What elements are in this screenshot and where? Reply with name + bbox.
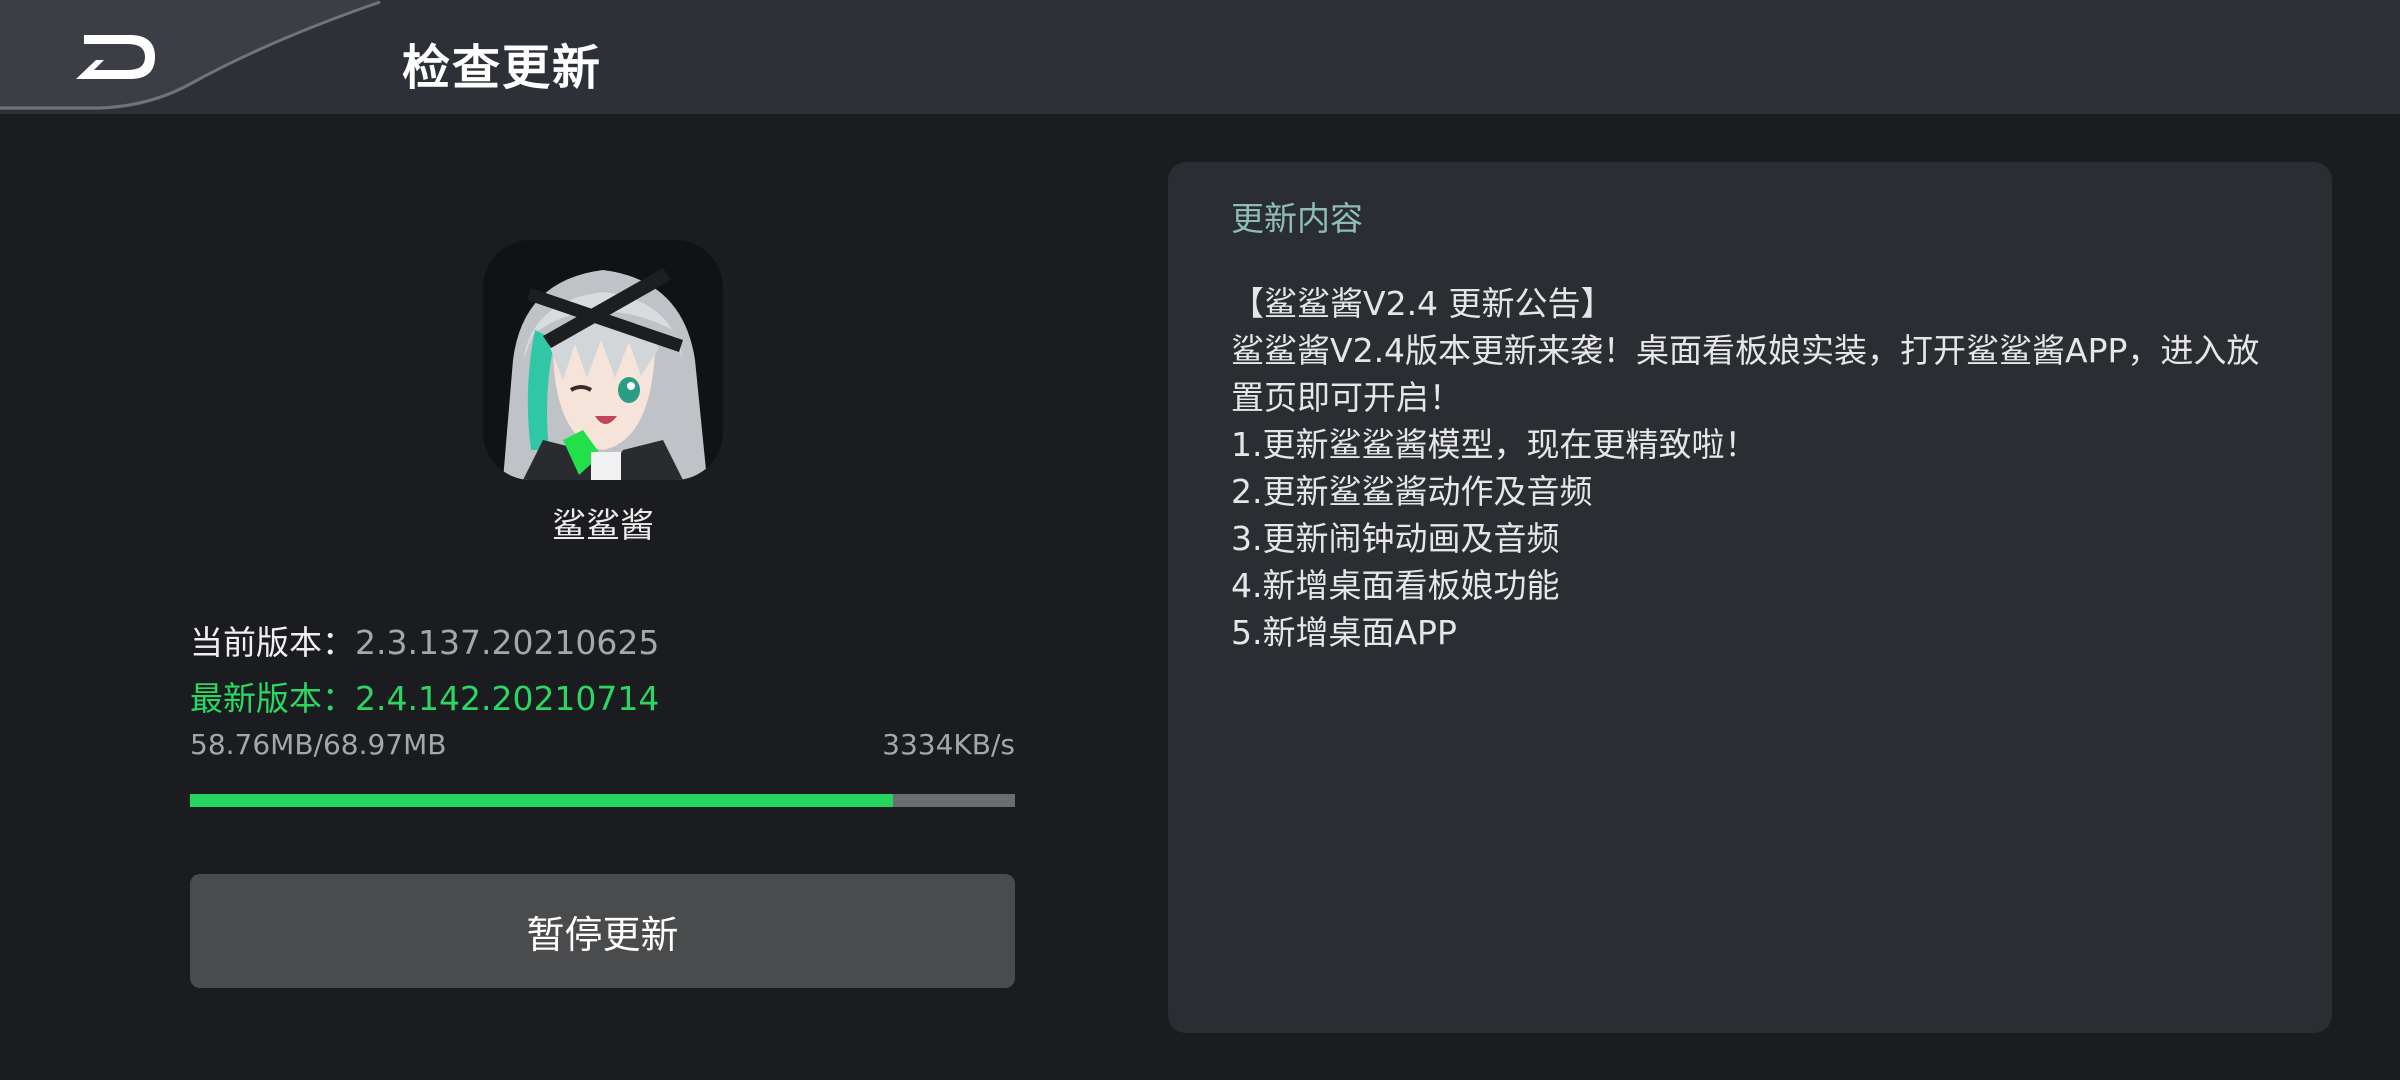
pause-update-button[interactable]: 暂停更新 <box>190 874 1015 988</box>
release-notes-card: 更新内容 【鲨鲨酱V2.4 更新公告】 鲨鲨酱V2.4版本更新来袭！桌面看板娘实… <box>1168 162 2332 1033</box>
release-notes-line: 鲨鲨酱V2.4版本更新来袭！桌面看板娘实装，打开鲨鲨酱APP，进入放置页即可开启… <box>1231 331 2260 417</box>
page-title: 检查更新 <box>402 40 603 96</box>
download-size: 58.76MB/68.97MB <box>190 728 447 761</box>
current-version: 当前版本：2.3.137.20210625 <box>190 616 659 664</box>
release-notes-line: 4.新增桌面看板娘功能 <box>1231 566 1560 605</box>
release-notes-line: 2.更新鲨鲨酱动作及音频 <box>1231 472 1593 511</box>
latest-version-label: 最新版本： <box>190 679 355 718</box>
app-avatar-icon <box>483 240 723 480</box>
app-update-panel: 鲨鲨酱 当前版本：2.3.137.20210625 最新版本：2.4.142.2… <box>0 114 1160 1080</box>
app-name: 鲨鲨酱 <box>552 506 654 546</box>
back-button[interactable] <box>0 0 390 114</box>
latest-version-value: 2.4.142.20210714 <box>355 679 660 718</box>
current-version-label: 当前版本： <box>190 623 355 662</box>
back-arrow-icon <box>0 0 381 110</box>
download-progress-bar <box>190 794 1015 807</box>
current-version-value: 2.3.137.20210625 <box>355 623 660 662</box>
download-speed: 3334KB/s <box>882 728 1015 761</box>
top-bar: 检查更新 <box>0 0 2400 114</box>
latest-version: 最新版本：2.4.142.20210714 <box>190 672 659 720</box>
release-notes-line: 1.更新鲨鲨酱模型，现在更精致啦！ <box>1231 425 1758 464</box>
download-progress-fill <box>190 794 893 807</box>
release-notes-line: 【鲨鲨酱V2.4 更新公告】 <box>1231 284 1614 323</box>
release-notes-line: 3.更新闹钟动画及音频 <box>1231 519 1560 558</box>
release-notes-title: 更新内容 <box>1231 199 1363 238</box>
release-notes-body: 【鲨鲨酱V2.4 更新公告】 鲨鲨酱V2.4版本更新来袭！桌面看板娘实装，打开鲨… <box>1231 280 2291 656</box>
release-notes-line: 5.新增桌面APP <box>1231 613 1457 652</box>
